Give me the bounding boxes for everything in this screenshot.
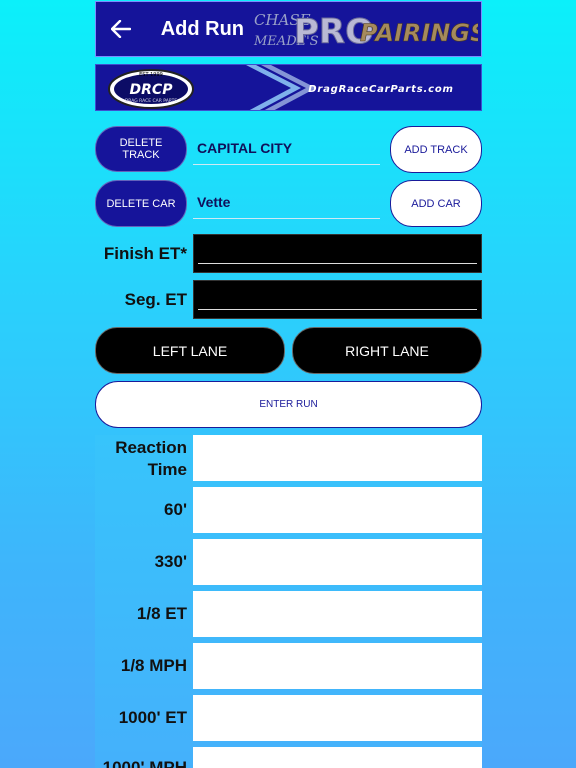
thousand-mph-label: 1000' MPH	[102, 758, 187, 768]
reaction-time-label: Reaction Time	[115, 438, 187, 479]
sixty-foot-label: 60'	[164, 500, 187, 519]
sponsor-banner[interactable]: EST 1999 DRCP DRAG RACE CAR PARTS DragRa…	[95, 64, 482, 111]
sixty-foot-field[interactable]	[193, 487, 482, 533]
svg-text:DRAG RACE CAR PARTS: DRAG RACE CAR PARTS	[125, 98, 178, 104]
finish-et-input[interactable]	[193, 234, 482, 273]
drcp-badge-logo: EST 1999 DRCP DRAG RACE CAR PARTS	[108, 69, 194, 109]
car-field[interactable]: Vette	[193, 194, 380, 219]
thousand-mph-field[interactable]	[193, 747, 482, 768]
three-thirty-field[interactable]	[193, 539, 482, 585]
page-title: Add Run	[160, 17, 244, 40]
svg-text:DRCP: DRCP	[130, 82, 174, 98]
thousand-et-field[interactable]	[193, 695, 482, 741]
reaction-time-field[interactable]	[193, 435, 482, 481]
track-field[interactable]: CAPITAL CITY	[193, 140, 380, 165]
arrow-left-icon	[111, 20, 132, 38]
seg-et-label: Seg. ET	[124, 290, 187, 309]
add-car-button[interactable]: ADD CAR	[390, 180, 482, 227]
thousand-et-label: 1000' ET	[118, 708, 187, 727]
add-track-button[interactable]: ADD TRACK	[390, 126, 482, 173]
pro-pairings-logo: CHASE MEADE'S PRO PAIRINGS	[252, 5, 478, 53]
app-header: Add Run CHASE MEADE'S PRO PAIRINGS	[95, 1, 482, 57]
seg-et-input[interactable]	[193, 280, 482, 319]
svg-text:PAIRINGS: PAIRINGS	[360, 19, 478, 47]
eighth-mph-field[interactable]	[193, 643, 482, 689]
delete-car-button[interactable]: DELETE CAR	[95, 180, 187, 227]
eighth-et-field[interactable]	[193, 591, 482, 637]
left-lane-button[interactable]: LEFT LANE	[95, 327, 285, 374]
finish-et-label: Finish ET*	[103, 244, 187, 263]
enter-run-button[interactable]: ENTER RUN	[95, 381, 482, 428]
delete-track-button[interactable]: DELETE TRACK	[95, 126, 187, 172]
banner-site-text: DragRaceCarParts.com	[308, 84, 453, 95]
right-lane-button[interactable]: RIGHT LANE	[292, 327, 482, 374]
back-button[interactable]	[102, 2, 141, 56]
eighth-mph-label: 1/8 MPH	[120, 656, 187, 675]
three-thirty-label: 330'	[154, 552, 187, 571]
eighth-et-label: 1/8 ET	[136, 604, 187, 623]
svg-text:EST 1999: EST 1999	[139, 72, 163, 78]
